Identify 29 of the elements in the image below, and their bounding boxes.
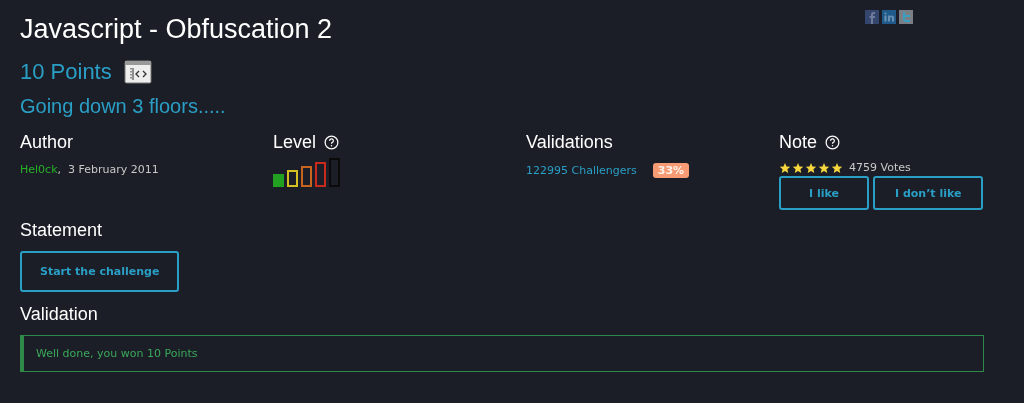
challengers-link[interactable]: 122995 Challengers — [526, 164, 637, 177]
success-rate-badge: 33% — [652, 163, 690, 178]
start-challenge-button[interactable]: Start the challenge — [20, 251, 180, 292]
dislike-button[interactable]: I don’t like — [872, 176, 984, 210]
linkedin-icon[interactable] — [882, 10, 896, 24]
statement-heading: Statement — [20, 220, 103, 240]
twitter-icon[interactable] — [899, 10, 913, 24]
help-icon[interactable] — [324, 135, 340, 150]
author-heading: Author — [20, 132, 74, 153]
validation-heading: Validation — [20, 304, 98, 324]
code-window-icon — [123, 60, 152, 84]
star-icon — [831, 161, 843, 174]
votes-count: 4759 Votes — [849, 161, 911, 174]
facebook-icon[interactable] — [865, 10, 879, 24]
author-link[interactable]: Hel0ck — [20, 163, 58, 176]
page-title: Javascript - Obfuscation 2 — [20, 14, 333, 45]
star-icon — [805, 161, 817, 174]
level-heading: Level — [273, 132, 317, 153]
points-label: 10 Points — [20, 59, 112, 85]
like-button[interactable]: I like — [779, 176, 869, 210]
help-icon[interactable] — [825, 135, 841, 150]
challenge-subtitle: Going down 3 floors..... — [20, 95, 227, 118]
publish-date: , 3 February 2011 — [57, 163, 159, 176]
star-icon — [792, 161, 804, 174]
note-heading: Note — [779, 132, 818, 153]
star-icon — [779, 161, 791, 174]
star-icon — [818, 161, 830, 174]
validations-heading: Validations — [526, 132, 613, 153]
success-message: Well done, you won 10 Points — [20, 335, 984, 372]
